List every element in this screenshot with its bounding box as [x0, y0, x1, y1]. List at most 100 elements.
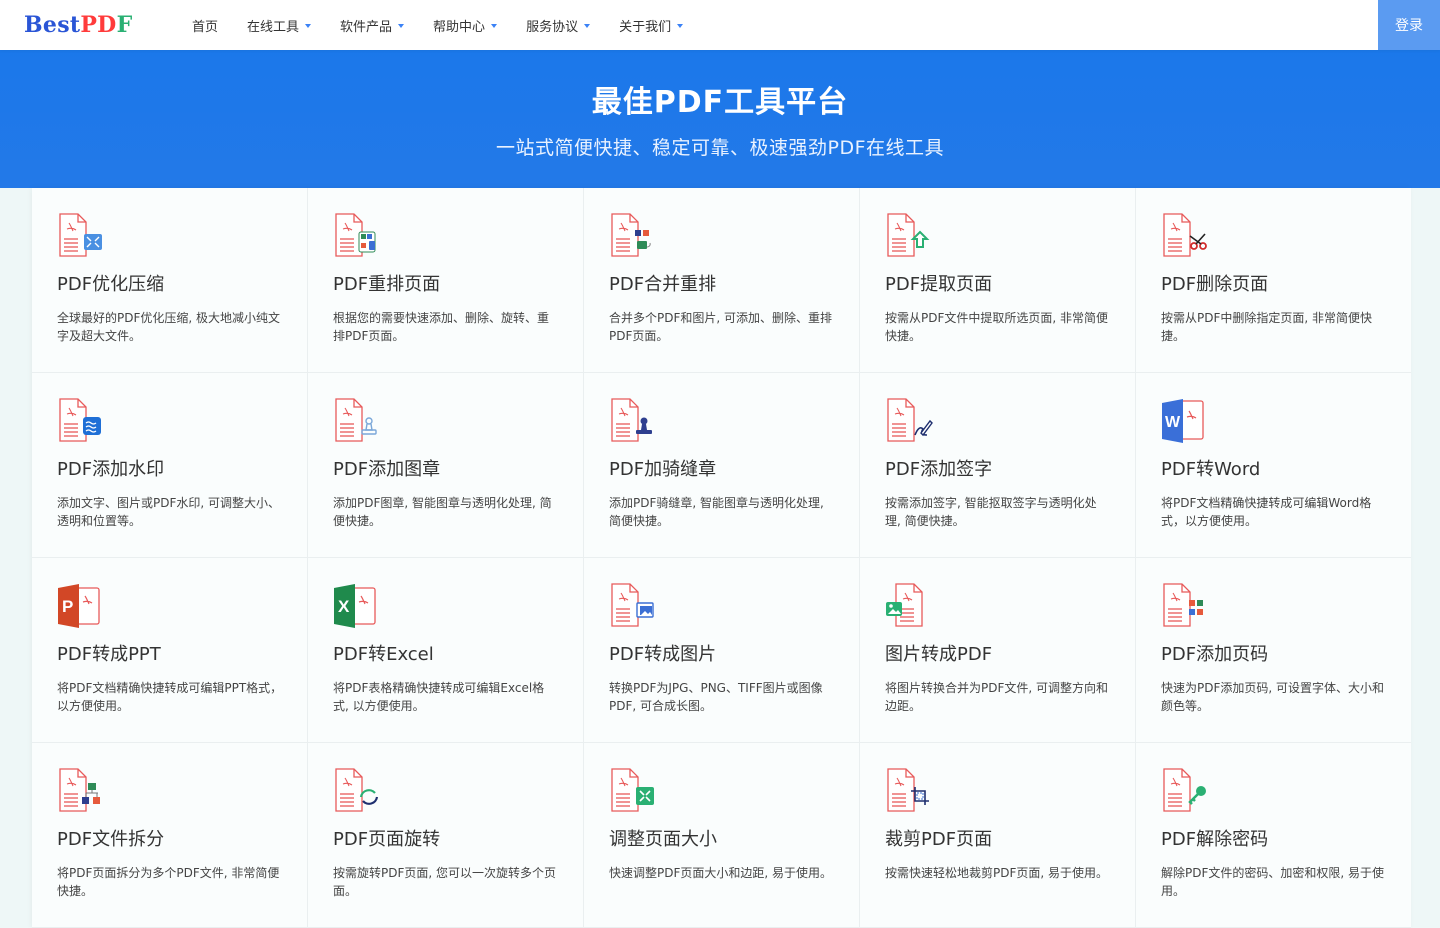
tools-section: PDF优化压缩全球最好的PDF优化压缩, 极大地减小纯文字及超大文件。 PDF重…	[32, 188, 1411, 928]
tool-description: 添加PDF骑缝章, 智能图章与透明化处理, 简便快捷。	[609, 496, 824, 528]
extract-icon	[887, 213, 930, 257]
tool-title: PDF优化压缩	[57, 274, 165, 295]
hero-banner: 最佳PDF工具平台 一站式简便快捷、稳定可靠、极速强劲PDF在线工具	[0, 50, 1440, 188]
main-nav: 首页 在线工具 软件产品 帮助中心 服务协议 关于我们	[192, 0, 712, 50]
logo-text-pd: PD	[80, 12, 117, 38]
tool-card[interactable]: PDF添加页码快速为PDF添加页码, 可设置字体、大小和颜色等。	[1136, 558, 1411, 743]
nav-item-label: 帮助中心	[433, 19, 486, 35]
tool-title: PDF添加水印	[57, 459, 165, 480]
tool-description: 按需旋转PDF页面, 您可以一次旋转多个页面。	[333, 866, 557, 898]
tool-card[interactable]: PDF删除页面按需从PDF中删除指定页面, 非常简便快捷。	[1136, 188, 1411, 373]
tool-card[interactable]: PDF添加水印添加文字、图片或PDF水印, 可调整大小、透明和位置等。	[32, 373, 308, 558]
merge-icon	[611, 213, 651, 257]
tool-title: PDF添加签字	[885, 459, 993, 480]
tool-description: 解除PDF文件的密码、加密和权限, 易于使用。	[1161, 866, 1385, 898]
tool-card[interactable]: PDF提取页面按需从PDF文件中提取所选页面, 非常简便快捷。	[860, 188, 1136, 373]
svg-text:P: P	[62, 597, 73, 616]
svg-text:W: W	[1165, 414, 1181, 431]
tool-title: 裁剪PDF页面	[885, 829, 993, 850]
word-icon: W	[1162, 399, 1204, 443]
excel-icon: X	[334, 584, 376, 628]
tool-description: 按需从PDF中删除指定页面, 非常简便快捷。	[1161, 311, 1373, 343]
nav-item-label: 软件产品	[340, 19, 393, 35]
nav-item-4[interactable]: 服务协议	[526, 16, 591, 35]
tool-card[interactable]: PDF文件拆分将PDF页面拆分为多个PDF文件, 非常简便快捷。	[32, 743, 308, 928]
crop-icon	[887, 768, 929, 812]
tool-card[interactable]: PDF重排页面根据您的需要快速添加、删除、旋转、重排PDF页面。	[308, 188, 584, 373]
bestpdf-logo[interactable]: BestPDF	[24, 12, 133, 38]
tool-title: PDF添加页码	[1161, 644, 1269, 665]
caret-down-icon	[491, 23, 498, 28]
tool-card[interactable]: PDF页面旋转按需旋转PDF页面, 您可以一次旋转多个页面。	[308, 743, 584, 928]
tool-card[interactable]: PDF添加图章 添加PDF图章, 智能图章与透明化处理, 简便快捷。	[308, 373, 584, 558]
tool-card[interactable]: W PDF转Word 将PDF文档精确快捷转成可编辑Word格式，以方便使用。	[1136, 373, 1411, 558]
tool-description: 快速为PDF添加页码, 可设置字体、大小和颜色等。	[1161, 681, 1385, 713]
logo-text-best: Best	[24, 12, 81, 38]
tool-title: PDF页面旋转	[333, 829, 441, 850]
tool-card[interactable]: P PDF转成PPT 将PDF文档精确快捷转成可编辑PPT格式，以方便使用。	[32, 558, 308, 743]
tool-card[interactable]: 调整页面大小快速调整PDF页面大小和边距, 易于使用。	[584, 743, 860, 928]
tool-title: PDF删除页面	[1161, 274, 1269, 295]
nav-item-2[interactable]: 软件产品	[340, 16, 405, 35]
nav-item-1[interactable]: 在线工具	[247, 16, 312, 35]
hero-subtitle: 一站式简便快捷、稳定可靠、极速强劲PDF在线工具	[495, 137, 945, 159]
tool-description: 转换PDF为JPG、PNG、TIFF图片或图像PDF, 可合成长图。	[609, 681, 823, 713]
ppt-icon: P	[58, 584, 100, 628]
tool-description: 根据您的需要快速添加、删除、旋转、重排PDF页面。	[333, 311, 550, 343]
pdf-to-image-icon	[611, 583, 654, 627]
tool-card[interactable]: PDF解除密码解除PDF文件的密码、加密和权限, 易于使用。	[1136, 743, 1411, 928]
tool-title: PDF解除密码	[1161, 829, 1269, 850]
tools-grid: PDF优化压缩全球最好的PDF优化压缩, 极大地减小纯文字及超大文件。 PDF重…	[32, 188, 1411, 928]
tool-title: PDF提取页面	[885, 274, 993, 295]
nav-item-0[interactable]: 首页	[192, 16, 218, 35]
tool-title: PDF转Excel	[333, 644, 434, 665]
top-navbar: BestPDF 首页 在线工具 软件产品 帮助中心 服务协议 关于我们 登录	[0, 0, 1440, 50]
image-to-pdf-icon	[886, 583, 923, 627]
tool-description: 按需从PDF文件中提取所选页面, 非常简便快捷。	[885, 311, 1109, 343]
nav-item-3[interactable]: 帮助中心	[433, 16, 498, 35]
tool-description: 合并多个PDF和图片, 可添加、删除、重排PDF页面。	[609, 311, 833, 343]
seal-icon	[611, 398, 652, 442]
tool-card[interactable]: 图片转成PDF 将图片转换合并为PDF文件, 可调整方向和边距。	[860, 558, 1136, 743]
split-icon	[59, 768, 100, 812]
tool-card[interactable]: PDF合并重排合并多个PDF和图片, 可添加、删除、重排PDF页面。	[584, 188, 860, 373]
tool-title: PDF转成图片	[609, 644, 717, 665]
tool-title: PDF重排页面	[333, 274, 441, 295]
tool-card[interactable]: 裁剪PDF页面 按需快速轻松地裁剪PDF页面, 易于使用。	[860, 743, 1136, 928]
login-button[interactable]: 登录	[1378, 0, 1440, 50]
caret-down-icon	[398, 23, 405, 28]
tool-card[interactable]: PDF添加签字 按需添加签字, 智能抠取签字与透明化处理, 简便快捷。	[860, 373, 1136, 558]
tool-card[interactable]: X PDF转Excel 将PDF表格精确快捷转成可编辑Excel格式, 以方便使用。	[308, 558, 584, 743]
tool-description: 全球最好的PDF优化压缩, 极大地减小纯文字及超大文件。	[57, 311, 281, 343]
nav-item-label: 服务协议	[526, 19, 579, 35]
tool-title: 调整页面大小	[609, 829, 717, 850]
tool-description: 将PDF页面拆分为多个PDF文件, 非常简便快捷。	[57, 866, 280, 898]
tool-description: 快速调整PDF页面大小和边距, 易于使用。	[609, 866, 833, 880]
caret-down-icon	[584, 23, 591, 28]
svg-text:X: X	[338, 597, 350, 616]
reorder-icon	[335, 213, 376, 257]
hero-title: 最佳PDF工具平台	[591, 85, 849, 120]
logo-text-f: F	[116, 12, 133, 38]
tool-description: 将PDF文档精确快捷转成可编辑Word格式，以方便使用。	[1161, 496, 1372, 528]
tool-title: 图片转成PDF	[885, 644, 993, 665]
tool-description: 添加文字、图片或PDF水印, 可调整大小、透明和位置等。	[57, 496, 281, 528]
tool-card[interactable]: PDF转成图片转换PDF为JPG、PNG、TIFF图片或图像PDF, 可合成长图…	[584, 558, 860, 743]
caret-down-icon	[677, 23, 684, 28]
nav-item-label: 关于我们	[619, 19, 672, 35]
tool-description: 将PDF表格精确快捷转成可编辑Excel格式, 以方便使用。	[333, 681, 545, 713]
tool-description: 将PDF文档精确快捷转成可编辑PPT格式，以方便使用。	[57, 681, 283, 713]
caret-down-icon	[305, 23, 312, 28]
tool-title: PDF加骑缝章	[609, 459, 717, 480]
nav-item-5[interactable]: 关于我们	[619, 16, 684, 35]
tool-title: PDF转Word	[1161, 459, 1261, 480]
resize-icon	[611, 768, 654, 812]
tool-card[interactable]: PDF加骑缝章添加PDF骑缝章, 智能图章与透明化处理, 简便快捷。	[584, 373, 860, 558]
unlock-icon	[1163, 768, 1206, 812]
stamp-icon	[335, 398, 377, 442]
scissors-icon	[1163, 213, 1207, 257]
compress-icon	[59, 213, 102, 257]
tool-title: PDF文件拆分	[57, 829, 165, 850]
tool-title: PDF合并重排	[609, 274, 717, 295]
tool-card[interactable]: PDF优化压缩全球最好的PDF优化压缩, 极大地减小纯文字及超大文件。	[32, 188, 308, 373]
